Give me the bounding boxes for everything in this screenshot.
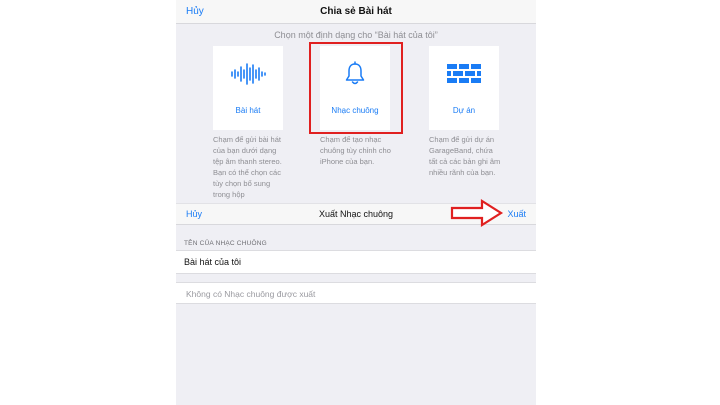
share-sheet-header: Hủy Chia sẻ Bài hát: [176, 0, 536, 24]
ringtone-name-value: Bài hát của tôi: [184, 257, 242, 267]
export-button[interactable]: Xuất: [507, 209, 526, 219]
format-card-project[interactable]: Dự án: [429, 46, 499, 130]
format-description-ringtone: Chạm để tạo nhạc chuông tùy chỉnh cho iP…: [320, 135, 391, 166]
format-prompt: Chọn một định dạng cho “Bài hát của tôi”: [274, 30, 438, 40]
phone-screen: Hủy Chia sẻ Bài hát Chọn một định dạng c…: [176, 0, 536, 405]
format-description-project: Chạm để gửi dự án GarageBand, chứa tất c…: [429, 135, 501, 177]
format-description-song: Chạm để gửi bài hát của bạn dưới dạng tệ…: [213, 135, 282, 199]
ringtone-name-field[interactable]: Bài hát của tôi: [176, 250, 536, 274]
share-sheet-title: Chia sẻ Bài hát: [320, 6, 392, 17]
ringtone-name-section-header: TÊN CỦA NHẠC CHUÔNG: [184, 240, 267, 247]
format-label-project: Dự án: [452, 106, 476, 115]
red-arrow-annotation: [450, 199, 504, 227]
format-label-song: Bài hát: [235, 106, 261, 115]
exported-ringtones-list: Không có Nhạc chuông được xuất: [176, 282, 536, 304]
brick-wall-icon: [429, 62, 499, 86]
format-card-song[interactable]: Bài hát: [213, 46, 283, 130]
ringtone-highlight-box: [309, 42, 403, 134]
waveform-icon: [213, 62, 283, 86]
empty-list-text: Không có Nhạc chuông được xuất: [186, 289, 316, 299]
